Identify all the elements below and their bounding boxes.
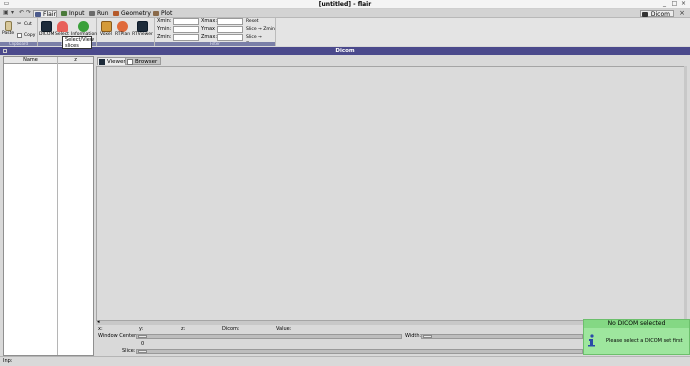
slice-zmin-button[interactable]: Slice → Zmin <box>246 26 275 33</box>
copy-icon <box>17 33 22 38</box>
rtplan-button[interactable]: RTPlan <box>115 21 130 37</box>
rtviewer-button[interactable]: RTViewer <box>132 21 153 37</box>
notification-popup[interactable]: No DICOM selected Please select a DICOM … <box>583 319 690 355</box>
export-group: Voxel RTPlan RTViewer . <box>97 18 155 46</box>
tab-browser[interactable]: Browser <box>125 57 162 65</box>
tab-run[interactable]: Run <box>88 10 109 17</box>
rtviewer-icon <box>137 21 148 32</box>
z-readout: z: <box>181 326 186 332</box>
maximize-icon[interactable]: □ <box>671 1 678 7</box>
viewer-icon <box>99 59 105 65</box>
slices-icon <box>56 21 68 32</box>
close-icon[interactable]: × <box>680 1 687 7</box>
width-label: Width: <box>405 333 422 339</box>
xmin-input[interactable] <box>173 18 199 25</box>
value-readout: Value: <box>276 326 292 332</box>
y-readout: y: <box>139 326 144 332</box>
flair-icon <box>35 12 41 17</box>
dicom-button[interactable]: DICOM <box>39 21 54 37</box>
tab-geometry[interactable]: Geometry <box>112 10 151 17</box>
column-header-z[interactable]: z <box>58 57 93 64</box>
column-header-name[interactable]: Name <box>4 57 57 64</box>
zmin-input[interactable] <box>173 34 199 41</box>
undo-icon[interactable]: ↶ <box>19 10 26 16</box>
panel-title-bar: Dicom <box>0 47 690 55</box>
ymax-label: Ymax <box>201 26 215 32</box>
image-viewport[interactable] <box>96 66 687 321</box>
zmin-label: Zmin: <box>157 34 172 40</box>
paste-icon <box>4 21 12 31</box>
select-slices-button[interactable]: Select <box>55 21 69 37</box>
zmax-input[interactable] <box>217 34 243 41</box>
plot-icon <box>153 11 159 16</box>
rtplan-icon <box>117 21 128 32</box>
xmax-label: Xmax: <box>201 18 218 24</box>
redo-icon[interactable]: ↷ <box>26 10 33 16</box>
menu-bar: ▣ ▾ ↶ ↷ Flair Input Run Geometry Plot Di… <box>0 9 690 18</box>
dicom-readout: Dicom: <box>222 326 240 332</box>
x-readout: x: <box>98 326 103 332</box>
browser-icon <box>127 59 133 65</box>
slice-handle[interactable] <box>138 350 147 353</box>
voxel-icon <box>100 21 112 32</box>
cut-button[interactable]: ✂ Cut <box>17 21 32 28</box>
tab-flair[interactable]: Flair <box>33 10 57 18</box>
voxel-button[interactable]: Voxel <box>99 21 113 37</box>
paste-button[interactable]: Paste <box>2 21 14 36</box>
ymin-input[interactable] <box>173 26 199 33</box>
status-text: Inp: <box>3 358 13 364</box>
dicom-icon <box>40 21 52 32</box>
input-icon <box>61 11 67 16</box>
ymax-input[interactable] <box>217 26 243 33</box>
tooltip: Select/View slices <box>62 36 94 49</box>
dropdown-icon[interactable]: ▾ <box>11 10 18 16</box>
ymin-label: Ymin: <box>157 26 172 32</box>
scissors-icon: ✂ <box>17 21 22 27</box>
dicom-list[interactable]: Name z <box>3 56 94 356</box>
dicom-tab-icon <box>641 12 648 17</box>
clipboard-group: Paste ✂ Cut Copy Clipboard <box>0 18 38 46</box>
window-center-handle[interactable] <box>138 335 147 338</box>
tab-close-icon[interactable]: × <box>679 10 685 17</box>
filter-group-label: Filter <box>155 42 275 46</box>
zmax-label: Zmax: <box>201 34 218 40</box>
width-slider[interactable] <box>421 334 583 339</box>
status-bar: Inp: <box>0 356 690 366</box>
export-group-label: . <box>97 42 154 46</box>
information-button[interactable]: Information <box>71 21 97 37</box>
title-bar: ▭ [untitled] - flair _ □ × <box>0 0 690 9</box>
globe-icon <box>77 21 89 32</box>
filter-group: Xmin: Xmax: Reset Ymin: Ymax Slice → Zmi… <box>155 18 276 47</box>
window-center-slider[interactable] <box>136 334 402 339</box>
reset-button[interactable]: Reset <box>246 18 259 25</box>
minimize-icon[interactable]: _ <box>661 1 668 7</box>
column-divider[interactable] <box>57 57 58 355</box>
notification-message: Please select a DICOM set first <box>606 338 683 344</box>
scroll-left-icon[interactable]: ◂ <box>97 320 100 325</box>
ribbon: Paste ✂ Cut Copy Clipboard DICOM Select … <box>0 18 690 47</box>
tab-dicom[interactable]: Dicom <box>639 10 674 18</box>
notification-title: No DICOM selected <box>584 320 689 328</box>
window-center-label: Window Center: <box>98 333 138 339</box>
panel-title: Dicom <box>335 48 355 54</box>
geometry-icon <box>113 11 119 16</box>
slice-label: Slice: <box>122 348 136 354</box>
width-handle[interactable] <box>423 335 432 338</box>
run-icon <box>89 11 95 16</box>
tab-plot[interactable]: Plot <box>152 10 172 17</box>
xmax-input[interactable] <box>217 18 243 25</box>
copy-button[interactable]: Copy <box>17 33 35 38</box>
slice-value: 0 <box>141 341 145 347</box>
clipboard-group-label: Clipboard <box>0 42 37 46</box>
tab-input[interactable]: Input <box>60 10 85 17</box>
vertical-scrollbar[interactable] <box>684 66 687 321</box>
info-person-icon <box>588 334 595 347</box>
window-title: [untitled] - flair <box>318 1 372 8</box>
slice-slider[interactable] <box>136 349 583 354</box>
panel-menu-icon[interactable] <box>3 49 7 53</box>
xmin-label: Xmin: <box>157 18 172 24</box>
save-icon[interactable]: ▣ <box>3 10 10 16</box>
